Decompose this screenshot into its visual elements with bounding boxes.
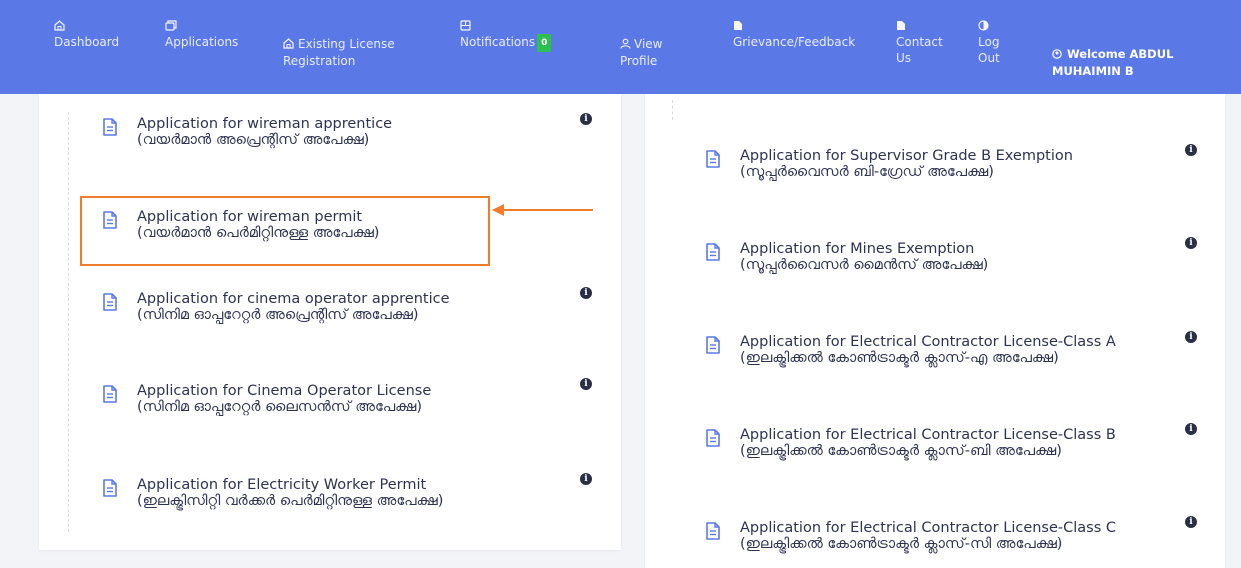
document-icon [705,150,721,168]
welcome-user: Welcome ABDUL MUHAIMIN B [1052,30,1173,79]
application-subtitle: (ഇലക്ട്രിക്കൽ കോൺട്രാക്ടർ ക്ലാസ്-സി അപേക… [740,536,1063,552]
user-icon [620,37,631,53]
power-icon [978,20,1000,34]
home-icon [54,20,119,34]
info-icon[interactable]: i [1185,423,1197,435]
nav-notifications-text: Notifications [460,35,536,49]
info-icon[interactable]: i [580,113,592,125]
nav-applications-label: Applications [165,35,239,49]
application-title: Application for Electricity Worker Permi… [137,477,427,493]
application-title: Application for Mines Exemption [740,241,975,257]
nav-contact-label: Contact Us [896,35,943,65]
document-icon [705,429,721,447]
arrow-head-icon [492,204,504,216]
nav-welcome: Welcome ABDUL MUHAIMIN B [1052,30,1173,79]
nav-contact[interactable]: Contact Us [896,20,943,66]
application-title: Application for Electrical Contractor Li… [740,427,1116,443]
notifications-count-badge: 0 [537,34,552,52]
file-icon [733,20,855,34]
application-title: Application for Cinema Operator License [137,383,432,399]
nav-grievance-label: Grievance/Feedback [733,35,856,49]
document-icon [705,522,721,540]
timeline-divider [672,100,673,120]
application-subtitle: (ഇലക്ട്രിക്കൽ കോൺട്രാക്ടർ ക്ലാസ്-എ അപേക്… [740,350,1059,366]
application-title: Application for Electrical Contractor Li… [740,334,1116,350]
home-icon [283,37,294,53]
application-title: Application for cinema operator apprenti… [137,291,450,307]
application-subtitle: (സൂപ്പർവൈസർ ബി-ഗ്രേഡ് അപേക്ഷ) [740,164,994,180]
document-icon [102,479,118,497]
application-subtitle: (ഇലക്ട്രിക്കൽ കോൺട്രാക്ടർ ക്ലാസ്-ബി അപേക… [740,443,1062,459]
info-icon[interactable]: i [1185,516,1197,528]
nav-dashboard-label: Dashboard [54,35,120,49]
documents-icon [165,20,238,34]
info-icon[interactable]: i [580,287,592,299]
user-circle-icon [1052,47,1062,63]
info-icon[interactable]: i [1185,237,1197,249]
application-title: Application for wireman apprentice [137,116,393,132]
nav-existing-license[interactable]: Existing License Registration [283,20,395,69]
application-subtitle: (സിനിമ ഓപ്പറേറ്റർ അപ്രെന്റിസ് അപേക്ഷ) [137,307,419,323]
nav-notifications-label: Notifications 0 [460,34,552,52]
info-icon[interactable]: i [1185,331,1197,343]
file-icon [896,20,943,34]
document-icon [102,385,118,403]
application-subtitle: (വയർമാൻ അപ്രെന്റിസ് അപേക്ഷ) [137,132,370,148]
highlight-box [80,196,490,266]
timeline-divider [68,112,69,532]
nav-view-profile-label: View Profile [620,20,662,69]
nav-applications[interactable]: Applications [165,20,238,50]
document-icon [102,118,118,136]
bell-icon [460,20,551,34]
nav-logout[interactable]: Log Out [978,20,1000,66]
application-subtitle: (സിനിമ ഓപ്പറേറ്റർ ലൈസൻസ് അപേക്ഷ) [137,399,423,415]
nav-dashboard[interactable]: Dashboard [54,20,119,50]
application-subtitle: (സൂപ്പർവൈസർ മൈൻസ് അപേക്ഷ) [740,257,989,273]
welcome-text: Welcome ABDUL MUHAIMIN B [1052,47,1174,78]
nav-existing-license-text: Existing License Registration [283,37,395,68]
application-title: Application for Electrical Contractor Li… [740,520,1117,536]
application-title: Application for Supervisor Grade B Exemp… [740,148,1073,164]
document-icon [102,293,118,311]
nav-existing-license-label: Existing License Registration [283,20,395,69]
info-icon[interactable]: i [1185,144,1197,156]
document-icon [705,243,721,261]
application-subtitle: (ഇലക്ട്രിസിറ്റി വർക്കർ പെർമിറ്റിനുള്ള അപ… [137,493,444,509]
annotation-arrow [503,209,593,211]
info-icon[interactable]: i [580,473,592,485]
nav-view-profile[interactable]: View Profile [620,20,662,69]
nav-logout-label: Log Out [978,35,1000,65]
nav-grievance[interactable]: Grievance/Feedback [733,20,855,50]
info-icon[interactable]: i [580,378,592,390]
document-icon [705,336,721,354]
top-navbar: Dashboard Applications Existing License … [0,0,1241,94]
nav-notifications[interactable]: Notifications 0 [460,20,552,52]
